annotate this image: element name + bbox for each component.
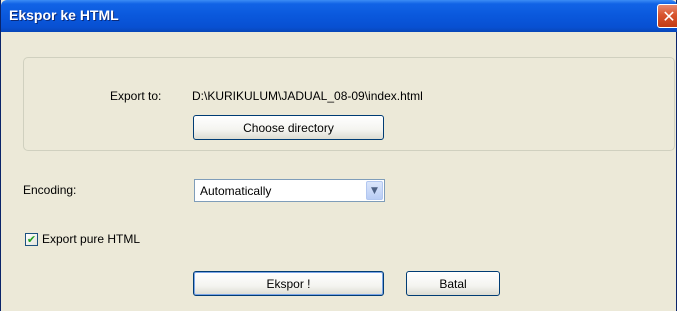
- title-bar[interactable]: Ekspor ke HTML ✕: [1, 0, 677, 32]
- choose-directory-button[interactable]: Choose directory: [193, 115, 384, 140]
- export-pure-html-checkbox[interactable]: ✔: [25, 233, 38, 246]
- close-button[interactable]: ✕: [657, 4, 677, 28]
- encoding-label: Encoding:: [23, 183, 77, 197]
- checkmark-icon: ✔: [26, 233, 37, 246]
- encoding-selected-value: Automatically: [200, 184, 272, 198]
- chevron-down-icon[interactable]: ▼: [366, 181, 383, 200]
- window-title: Ekspor ke HTML: [9, 7, 119, 23]
- ekspor-button[interactable]: Ekspor !: [193, 271, 384, 296]
- export-dialog: Ekspor ke HTML ✕ Export to: D:\KURIKULUM…: [0, 0, 677, 311]
- encoding-select[interactable]: Automatically ▼: [194, 179, 385, 202]
- export-to-label: Export to:: [110, 89, 162, 103]
- close-icon: ✕: [662, 6, 676, 26]
- export-path-value: D:\KURIKULUM\JADUAL_08-09\index.html: [192, 89, 423, 103]
- batal-button[interactable]: Batal: [406, 271, 500, 296]
- export-pure-html-label[interactable]: Export pure HTML: [42, 232, 140, 246]
